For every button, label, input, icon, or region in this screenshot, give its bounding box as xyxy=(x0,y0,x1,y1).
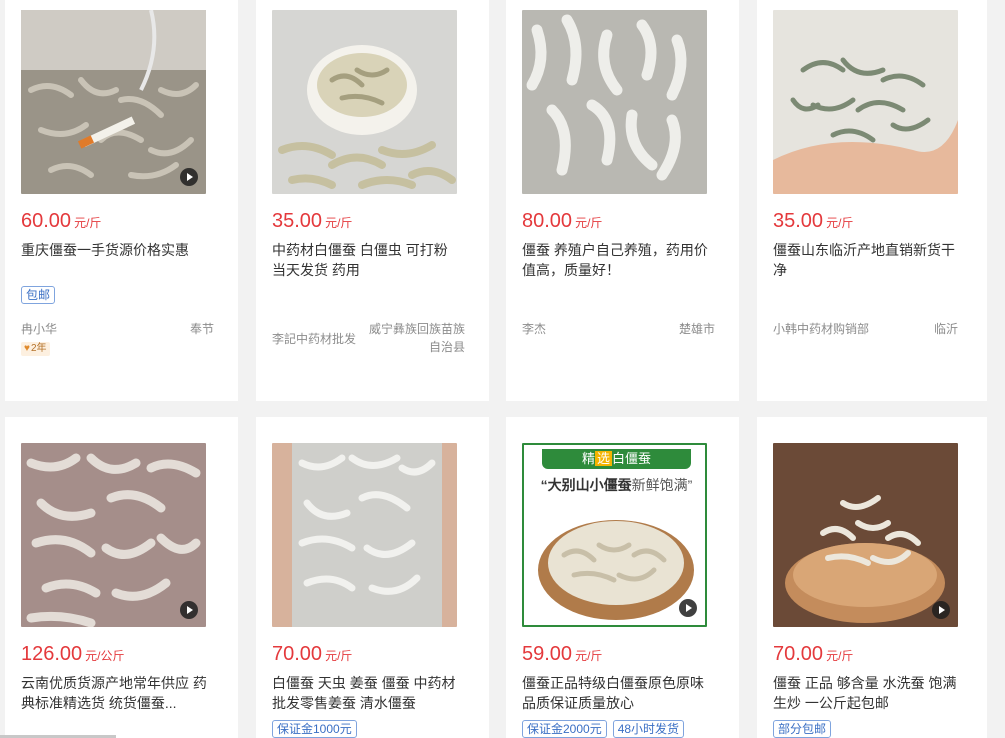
product-image[interactable] xyxy=(272,10,457,194)
seller-location: 临沂 xyxy=(933,322,958,336)
seller-location: 威宁彝族回族苗族自治县 xyxy=(368,322,465,354)
product-card[interactable]: 126.00 元/公斤 云南优质货源产地常年供应 药典标准精选货 统货僵蚕... xyxy=(5,417,238,738)
product-title[interactable]: 白僵蚕 天虫 姜蚕 僵蚕 中药材批发零售姜蚕 清水僵蚕 xyxy=(272,673,462,713)
product-title[interactable]: 僵蚕山东临沂产地直销新货干净 xyxy=(773,240,963,280)
play-video-icon[interactable] xyxy=(180,601,198,619)
product-price: 70.00 元/斤 xyxy=(272,643,353,665)
seller-location: 楚雄市 xyxy=(678,322,715,336)
seller-name[interactable]: 冉小华 xyxy=(21,320,57,337)
product-price: 59.00 元/斤 xyxy=(522,643,603,665)
product-tags: 包邮 xyxy=(21,286,56,304)
product-image[interactable] xyxy=(21,10,206,194)
play-video-icon[interactable] xyxy=(180,168,198,186)
play-video-icon[interactable] xyxy=(679,599,697,617)
product-card[interactable]: 35.00 元/斤 僵蚕山东临沂产地直销新货干净 小韩中药材购销部 临沂 xyxy=(757,0,987,401)
product-title[interactable]: 重庆僵蚕一手货源价格实惠 xyxy=(21,240,211,260)
seller-location: 奉节 xyxy=(189,322,214,336)
product-price: 60.00 元/斤 xyxy=(21,210,102,232)
product-title[interactable]: 中药材白僵蚕 白僵虫 可打粉 当天发货 药用 xyxy=(272,240,462,280)
product-image[interactable]: 精选白僵蚕 “大别山小僵蚕新鲜饱满” xyxy=(522,443,707,627)
seller-name[interactable]: 小韩中药材购销部 xyxy=(773,320,869,337)
heart-icon: ♥ xyxy=(24,343,30,354)
tag-deposit: 保证金1000元 xyxy=(272,720,357,738)
product-image[interactable] xyxy=(272,443,457,627)
promo-banner: 精选白僵蚕 xyxy=(542,449,691,469)
play-video-icon[interactable] xyxy=(932,601,950,619)
product-tags: 保证金1000元 xyxy=(272,720,357,738)
product-price: 80.00 元/斤 xyxy=(522,210,603,232)
product-card[interactable]: 70.00 元/斤 白僵蚕 天虫 姜蚕 僵蚕 中药材批发零售姜蚕 清水僵蚕 保证金… xyxy=(256,417,489,738)
product-card[interactable]: 精选白僵蚕 “大别山小僵蚕新鲜饱满” 59.00 元/斤 僵蚕正品特级白僵蚕原色原… xyxy=(506,417,739,738)
seller-name[interactable]: 李杰 xyxy=(522,320,546,337)
product-title[interactable]: 僵蚕 养殖户自己养殖，药用价值高，质量好！ xyxy=(522,240,712,280)
product-image[interactable] xyxy=(522,10,707,194)
product-card[interactable]: 60.00 元/斤 重庆僵蚕一手货源价格实惠 包邮 冉小华 奉节 ♥2年 xyxy=(5,0,238,401)
tag-free-shipping: 包邮 xyxy=(21,286,56,304)
product-tags: 部分包邮 xyxy=(773,720,832,738)
seller-name[interactable]: 李記中药材批发 xyxy=(272,330,356,347)
tag-partial-free-shipping: 部分包邮 xyxy=(773,720,832,738)
product-title[interactable]: 僵蚕正品特级白僵蚕原色原味品质保证质量放心 xyxy=(522,673,712,713)
product-title[interactable]: 僵蚕 正品 够含量 水洗蚕 饱满 生炒 一公斤起包邮 xyxy=(773,673,963,713)
product-card[interactable]: 35.00 元/斤 中药材白僵蚕 白僵虫 可打粉 当天发货 药用 李記中药材批发 … xyxy=(256,0,489,401)
product-image[interactable] xyxy=(21,443,206,627)
product-card[interactable]: 70.00 元/斤 僵蚕 正品 够含量 水洗蚕 饱满 生炒 一公斤起包邮 部分包邮 xyxy=(757,417,987,738)
product-card[interactable]: 80.00 元/斤 僵蚕 养殖户自己养殖，药用价值高，质量好！ 李杰 楚雄市 xyxy=(506,0,739,401)
product-image[interactable] xyxy=(773,10,958,194)
product-price: 126.00 元/公斤 xyxy=(21,643,125,665)
promo-slogan: “大别山小僵蚕新鲜饱满” xyxy=(540,477,693,493)
product-grid: 60.00 元/斤 重庆僵蚕一手货源价格实惠 包邮 冉小华 奉节 ♥2年 35.… xyxy=(0,0,1005,738)
product-title[interactable]: 云南优质货源产地常年供应 药典标准精选货 统货僵蚕... xyxy=(21,673,211,713)
product-price: 35.00 元/斤 xyxy=(773,210,854,232)
product-price: 35.00 元/斤 xyxy=(272,210,353,232)
tag-shipping-time: 48小时发货 xyxy=(612,720,685,738)
product-price: 70.00 元/斤 xyxy=(773,643,854,665)
product-tags: 保证金2000元 48小时发货 xyxy=(522,720,685,738)
years-badge: ♥2年 xyxy=(21,342,50,356)
product-image[interactable] xyxy=(773,443,958,627)
tag-deposit: 保证金2000元 xyxy=(522,720,607,738)
